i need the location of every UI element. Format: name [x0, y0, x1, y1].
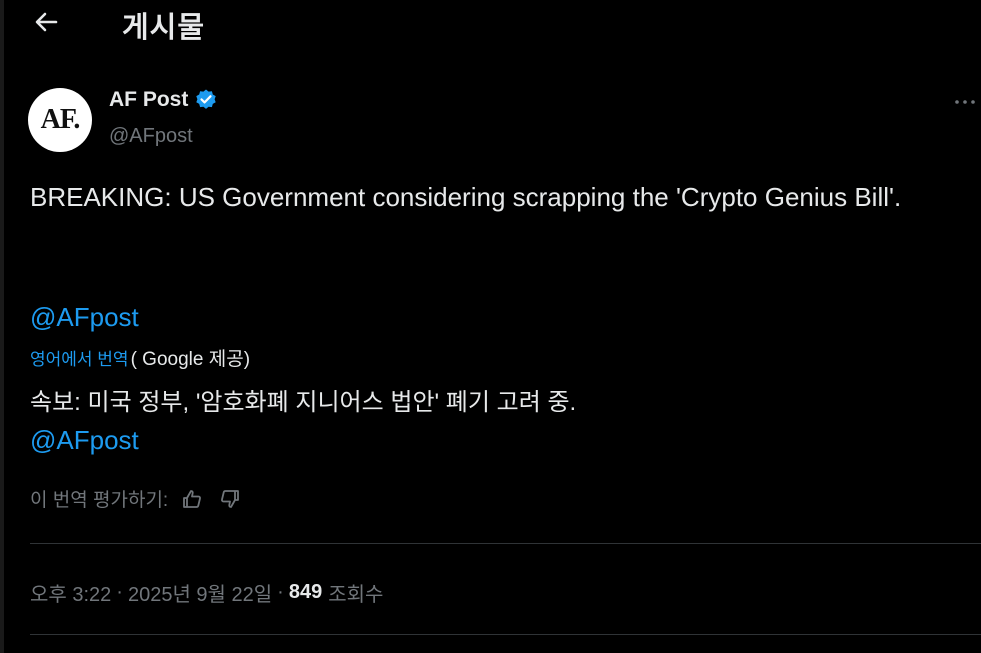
rate-translation-row: 이 번역 평가하기: — [30, 485, 242, 512]
translated-mention-link[interactable]: @AFpost — [30, 425, 139, 456]
divider — [30, 543, 981, 544]
arrow-left-icon[interactable] — [30, 6, 62, 38]
translation-provider: ( Google 제공) — [130, 349, 251, 370]
translated-from-link[interactable]: 영어에서 번역 — [30, 345, 129, 370]
author-name-row: AF Post — [109, 88, 218, 112]
window-edge — [0, 0, 4, 653]
rate-translation-label: 이 번역 평가하기: — [30, 490, 169, 511]
thumbs-down-icon[interactable] — [218, 487, 242, 511]
view-count[interactable]: 849 — [289, 581, 322, 604]
author-display-name[interactable]: AF Post — [109, 88, 188, 112]
translation-attribution: 영어에서 번역 ( Google 제공) — [30, 344, 250, 371]
divider — [30, 634, 981, 635]
meta-separator: · — [277, 581, 284, 603]
meta-separator: · — [116, 581, 123, 603]
page-title: 게시물 — [122, 10, 206, 44]
thumbs-up-icon[interactable] — [180, 487, 204, 511]
view-count-label: 조회수 — [328, 584, 384, 606]
more-options-icon[interactable] — [950, 92, 980, 112]
tweet-text: BREAKING: US Government considering scra… — [30, 182, 902, 212]
tweet-time[interactable]: 오후 3:22 — [30, 578, 111, 607]
avatar[interactable]: AF. — [28, 88, 92, 152]
translated-text: 속보: 미국 정부, '암호화폐 지니어스 법안' 폐기 고려 중. — [30, 389, 577, 416]
tweet-date[interactable]: 2025년 9월 22일 — [128, 578, 272, 607]
tweet-meta: 오후 3:22 · 2025년 9월 22일 · 849 조회수 — [30, 578, 383, 607]
tweet-mention-link[interactable]: @AFpost — [30, 302, 139, 333]
page-header: 게시물 — [0, 0, 981, 50]
verified-badge-icon — [196, 89, 217, 109]
author-handle[interactable]: @AFpost — [109, 125, 193, 148]
